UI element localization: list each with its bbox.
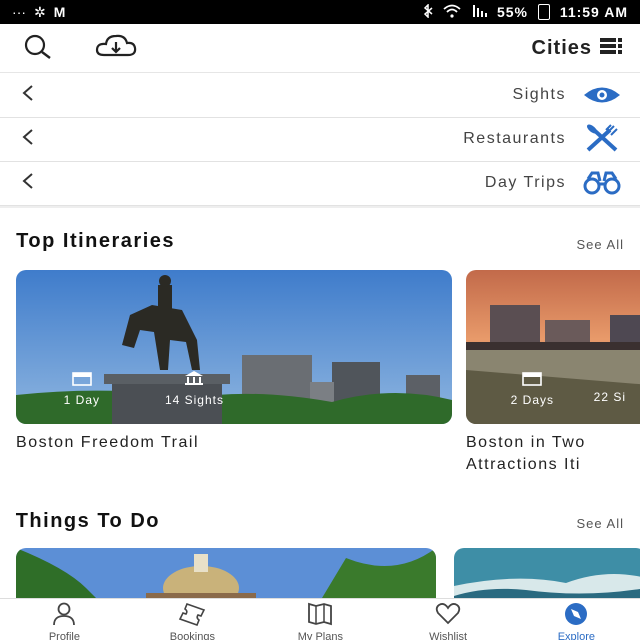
nav-bookings[interactable]: Bookings	[128, 599, 256, 640]
chevron-right-icon	[22, 172, 34, 195]
nav-wishlist[interactable]: Wishlist	[384, 599, 512, 640]
app-header: Cities	[0, 24, 640, 73]
compass-icon	[563, 602, 589, 629]
header-actions	[20, 33, 138, 64]
section-title-things-to-do: Things To Do	[16, 510, 161, 532]
itinerary-title[interactable]: Boston in Two Attractions Iti	[466, 434, 640, 474]
more-notifications-icon: ···	[12, 4, 26, 20]
landmark-icon	[184, 370, 204, 389]
nav-label: Profile	[48, 631, 80, 640]
category-sights[interactable]: Sights	[0, 73, 640, 118]
sights-badge: 22 Si	[594, 390, 626, 404]
nav-label: My Plans	[297, 631, 343, 640]
binoculars-icon	[582, 171, 622, 195]
nav-label: Wishlist	[429, 631, 467, 640]
days-badge: 2 Days	[511, 370, 554, 407]
nav-label: Bookings	[169, 631, 215, 640]
days-label: 1 Day	[63, 393, 100, 407]
days-badge: 1 Day	[64, 370, 100, 407]
category-day-trips[interactable]: Day Trips	[0, 161, 640, 206]
app-logo[interactable]: Cities	[532, 37, 622, 60]
calendar-icon	[522, 370, 543, 389]
itinerary-title-line: Boston in Two	[466, 434, 586, 451]
nav-my-plans[interactable]: My Plans	[256, 599, 384, 640]
chevron-right-icon	[22, 128, 34, 151]
section-title-itineraries: Top Itineraries	[16, 230, 175, 252]
eye-icon	[582, 84, 622, 106]
fan-icon: ✲	[34, 3, 46, 20]
screen: 11:59 AM 55% M ✲ ··· Cities Sights Resta…	[0, 0, 640, 640]
clock: 11:59 AM	[559, 4, 628, 20]
status-bar: 11:59 AM 55% M ✲ ···	[0, 0, 640, 24]
itinerary-title[interactable]: Boston Freedom Trail	[16, 434, 199, 452]
nav-profile[interactable]: Profile	[0, 599, 128, 640]
grid-menu-icon	[600, 37, 622, 60]
status-left: 11:59 AM 55%	[423, 2, 640, 21]
battery-level: 55%	[496, 4, 528, 20]
sights-label: 22 Si	[593, 390, 626, 404]
signal-icon	[471, 4, 487, 20]
category-restaurants[interactable]: Restaurants	[0, 117, 640, 162]
map-icon	[307, 602, 333, 629]
gmail-icon: M	[53, 4, 66, 20]
category-label: Restaurants	[463, 130, 566, 147]
heart-icon	[435, 602, 461, 629]
category-label: Day Trips	[484, 174, 566, 191]
section-divider	[0, 206, 640, 208]
ticket-icon	[177, 602, 207, 629]
itinerary-card-boston-two[interactable]: 2 Days 22 Si	[466, 270, 640, 424]
sights-badge: 14 Sights	[165, 370, 224, 407]
person-icon	[51, 602, 77, 629]
bottom-navigation: Explore Wishlist My Plans Bookings Profi…	[0, 598, 640, 640]
battery-icon	[537, 4, 550, 20]
bluetooth-icon	[423, 2, 433, 21]
wifi-icon	[443, 4, 461, 21]
nav-explore[interactable]: Explore	[512, 599, 640, 640]
utensils-icon	[582, 124, 622, 154]
app-title: Cities	[531, 36, 592, 59]
see-all-things-link[interactable]: See All	[577, 516, 624, 531]
chevron-right-icon	[22, 84, 34, 107]
category-label: Sights	[512, 86, 566, 103]
itinerary-card-freedom-trail[interactable]: 1 Day 14 Sights	[16, 270, 452, 424]
cloud-download-icon[interactable]	[94, 33, 138, 64]
itinerary-title-line: Attractions Iti	[466, 456, 581, 473]
calendar-icon	[72, 370, 92, 389]
sights-label: 14 Sights	[164, 393, 224, 407]
status-right: M ✲ ···	[0, 4, 65, 21]
see-all-itineraries-link[interactable]: See All	[577, 237, 624, 252]
days-label: 2 Days	[510, 393, 554, 407]
search-icon[interactable]	[20, 33, 54, 64]
nav-label: Explore	[557, 631, 595, 640]
